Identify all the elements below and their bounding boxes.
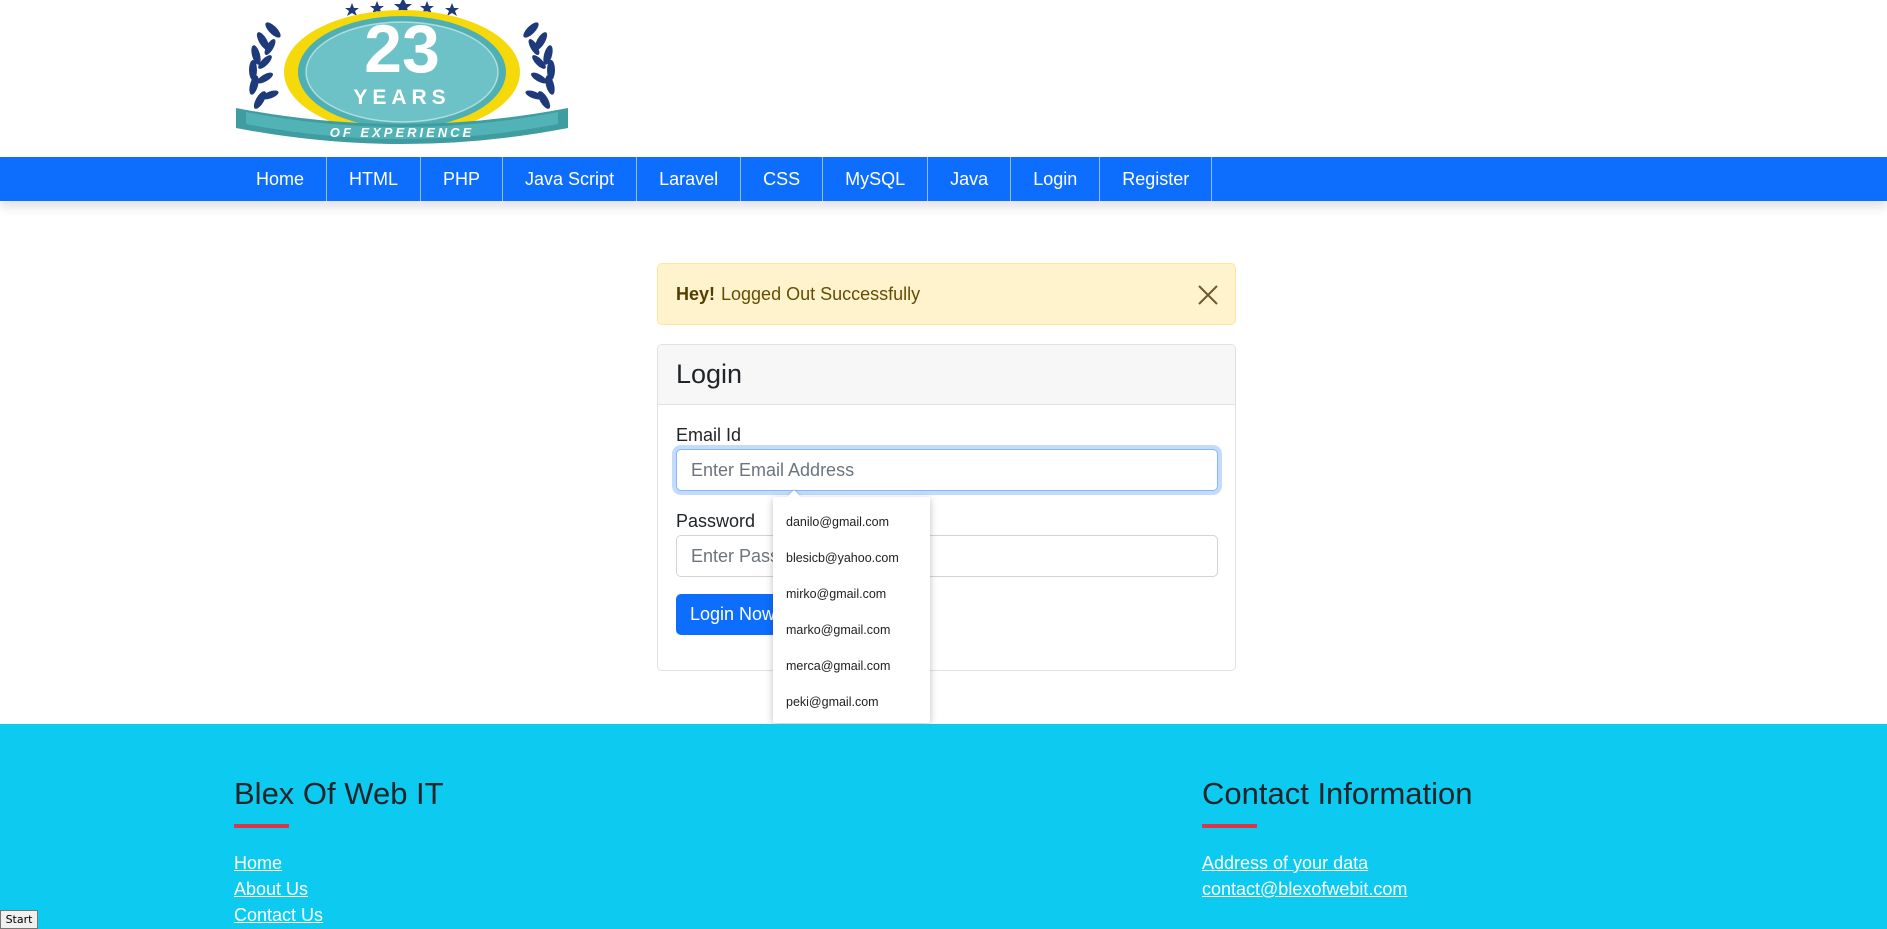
logo-years: YEARS	[353, 86, 450, 109]
close-icon[interactable]	[1195, 282, 1221, 308]
nav-item-mysql[interactable]: MySQL	[823, 157, 929, 201]
logo-experience: OF EXPERIENCE	[330, 125, 474, 140]
email-autocomplete-dropdown: danilo@gmail.com blesicb@yahoo.com mirko…	[773, 497, 930, 723]
footer: Blex Of Web IT Home About Us Contact Us …	[0, 724, 1887, 929]
autocomplete-item[interactable]: merca@gmail.com	[773, 648, 930, 684]
footer-accent-bar	[1202, 824, 1257, 828]
login-title: Login	[658, 345, 1235, 405]
footer-company-column: Blex Of Web IT Home About Us Contact Us	[234, 776, 444, 928]
alert-strong: Hey!	[676, 283, 716, 304]
autocomplete-item[interactable]: marko@gmail.com	[773, 612, 930, 648]
header: 23 YEARS OF EXPERIENCE	[0, 0, 1887, 157]
footer-contact-column: Contact Information Address of your data…	[1202, 776, 1473, 902]
nav-item-laravel[interactable]: Laravel	[637, 157, 742, 201]
autocomplete-item[interactable]: mirko@gmail.com	[773, 576, 930, 612]
email-label: Email Id	[676, 425, 742, 445]
nav-item-php[interactable]: PHP	[421, 157, 504, 201]
footer-link-contact[interactable]: Contact Us	[234, 902, 444, 928]
start-button[interactable]: Start	[0, 910, 38, 929]
main-navbar: Home HTML PHP Java Script Laravel CSS My…	[0, 157, 1887, 201]
nav-list: Home HTML PHP Java Script Laravel CSS My…	[234, 157, 1213, 201]
footer-accent-bar	[234, 824, 289, 828]
nav-item-register[interactable]: Register	[1100, 157, 1213, 201]
autocomplete-item[interactable]: blesicb@yahoo.com	[773, 540, 930, 576]
nav-item-css[interactable]: CSS	[741, 157, 824, 201]
password-input[interactable]	[676, 535, 1218, 577]
experience-logo[interactable]: 23 YEARS OF EXPERIENCE	[232, 0, 572, 150]
nav-item-java[interactable]: Java	[928, 157, 1012, 201]
footer-company-title: Blex Of Web IT	[234, 776, 444, 811]
nav-item-html[interactable]: HTML	[327, 157, 422, 201]
footer-link-home[interactable]: Home	[234, 850, 444, 876]
nav-item-login[interactable]: Login	[1011, 157, 1101, 201]
autocomplete-item[interactable]: peki@gmail.com	[773, 684, 930, 720]
footer-link-about[interactable]: About Us	[234, 876, 444, 902]
logout-alert: Hey! Logged Out Successfully	[657, 263, 1236, 325]
nav-item-home[interactable]: Home	[234, 157, 328, 201]
footer-link-email[interactable]: contact@blexofwebit.com	[1202, 876, 1473, 902]
email-input[interactable]	[676, 449, 1218, 491]
alert-message: Logged Out Successfully	[721, 283, 921, 304]
password-label: Password	[676, 511, 756, 531]
footer-contact-title: Contact Information	[1202, 776, 1473, 811]
login-card: Login Email Id Password Login Now	[657, 344, 1236, 671]
footer-link-address[interactable]: Address of your data	[1202, 850, 1473, 876]
autocomplete-item[interactable]: danilo@gmail.com	[773, 504, 930, 540]
logo-number: 23	[364, 11, 440, 87]
nav-item-javascript[interactable]: Java Script	[503, 157, 638, 201]
